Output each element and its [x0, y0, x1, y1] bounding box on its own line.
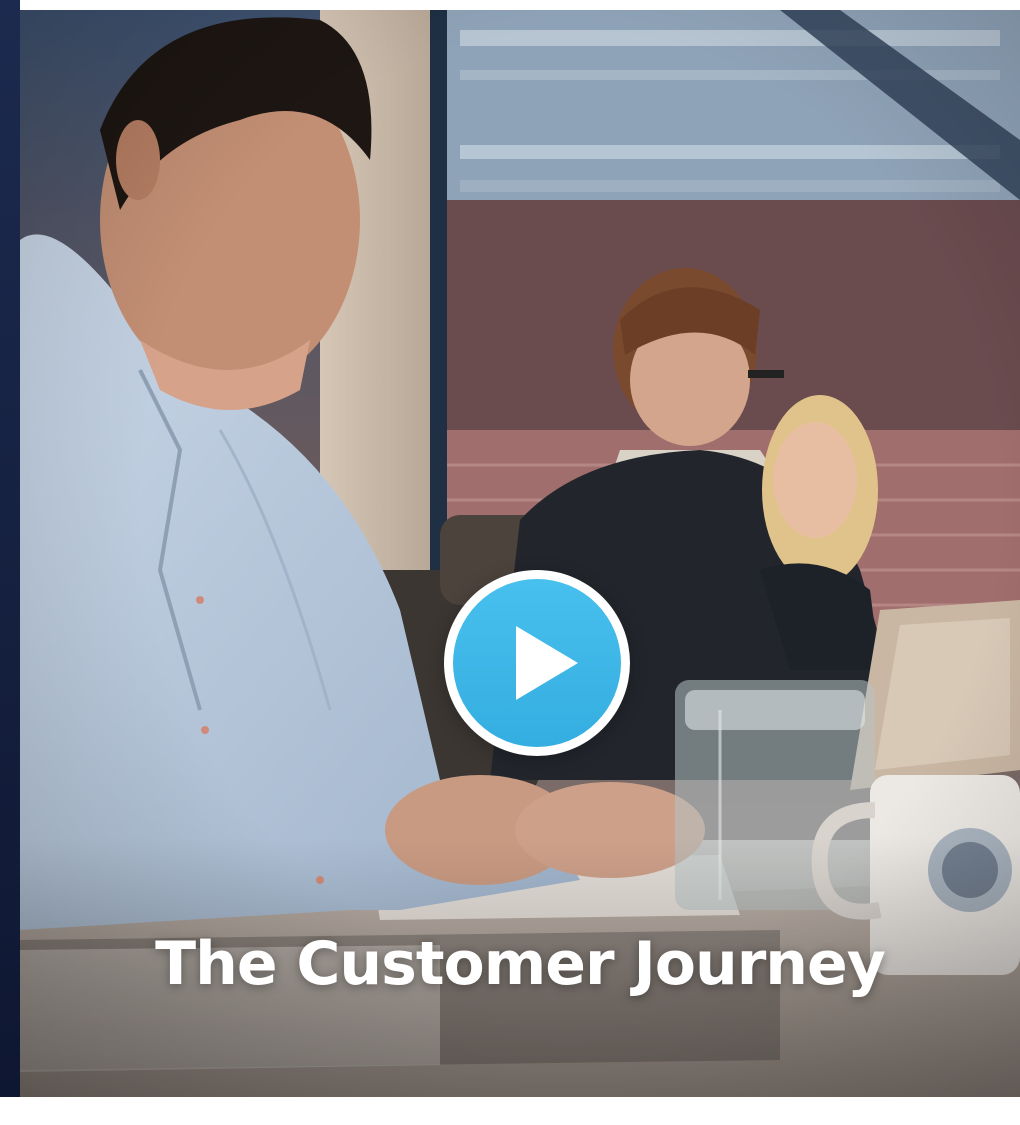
video-card[interactable]: The Customer Journey: [20, 10, 1020, 1097]
play-button[interactable]: [444, 570, 630, 756]
play-icon: [453, 579, 621, 747]
bottom-band: [0, 1097, 1020, 1125]
page: The Customer Journey: [0, 0, 1020, 1125]
video-title: The Customer Journey: [155, 929, 886, 999]
side-strip: [0, 0, 20, 1125]
